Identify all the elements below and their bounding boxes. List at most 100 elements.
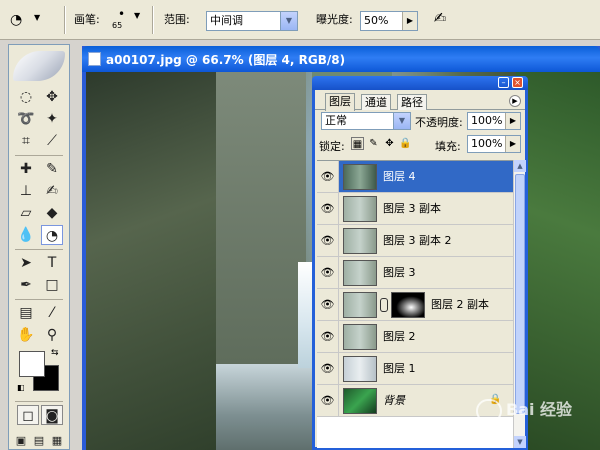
eraser-tool-icon[interactable]: ▱	[15, 203, 37, 223]
quickmask-mode-icon[interactable]: ◙	[41, 405, 63, 425]
brush-picker[interactable]: • 65 ▼	[108, 6, 142, 34]
chevron-down-icon[interactable]: ▼	[280, 12, 297, 30]
chevron-right-icon[interactable]: ▶	[505, 136, 520, 152]
blur-tool-icon[interactable]: 💧	[15, 225, 37, 245]
layer-row[interactable]: 👁 图层 3	[317, 257, 513, 289]
layer-name: 图层 3	[383, 266, 416, 279]
default-colors-icon[interactable]: ◧	[17, 383, 25, 392]
layers-panel-titlebar[interactable]: – ×	[312, 76, 528, 90]
tab-paths[interactable]: 路径	[397, 94, 427, 110]
lasso-tool-icon[interactable]: ➰	[15, 109, 37, 129]
lock-pixels-icon[interactable]: ✎	[367, 137, 380, 150]
watermark: Bai 经验	[476, 396, 596, 424]
notes-tool-icon[interactable]: ▤	[15, 303, 37, 323]
layer-row[interactable]: 👁 图层 2 副本	[317, 289, 513, 321]
type-tool-icon[interactable]: T	[41, 253, 63, 273]
path-select-icon[interactable]: ➤	[15, 253, 37, 273]
separator	[64, 6, 66, 34]
airbrush-icon: ✍	[433, 9, 447, 27]
blend-mode-select[interactable]: 正常 ▼	[321, 112, 411, 130]
tool-preset-picker[interactable]: ◔ ▼	[8, 8, 48, 32]
layer-thumbnail	[343, 356, 377, 382]
exposure-input[interactable]: 50% ▶	[360, 11, 418, 31]
swap-colors-icon[interactable]: ⇆	[51, 348, 59, 358]
layers-panel: – × 图层 通道 路径 ▶ 正常 ▼ 不透明度: 100% ▶ 锁定: ▦ ✎…	[312, 76, 528, 450]
history-brush-icon[interactable]: ✍	[41, 181, 63, 201]
panel-menu-icon[interactable]: ▶	[509, 95, 521, 107]
opacity-input[interactable]: 100% ▶	[467, 112, 521, 130]
minimize-icon[interactable]: –	[498, 77, 509, 88]
layer-name: 图层 1	[383, 362, 416, 375]
eye-icon[interactable]: 👁	[317, 257, 339, 288]
crop-tool-icon[interactable]: ⌗	[15, 131, 37, 151]
healing-brush-icon[interactable]: ✚	[15, 159, 37, 179]
eyedropper-icon[interactable]: ⁄	[41, 303, 63, 323]
screen-mode-standard-icon[interactable]: ▣	[13, 431, 29, 450]
eye-icon[interactable]: 👁	[317, 289, 339, 320]
eye-icon[interactable]: 👁	[317, 353, 339, 384]
lock-position-icon[interactable]: ✥	[383, 137, 396, 150]
chevron-right-icon[interactable]: ▶	[505, 113, 520, 129]
feather-logo-icon	[13, 51, 65, 81]
eye-icon[interactable]: 👁	[317, 225, 339, 256]
shape-tool-icon[interactable]: □	[41, 275, 63, 295]
paw-logo-icon	[476, 398, 502, 423]
hand-tool-icon[interactable]: ✋	[15, 325, 37, 345]
chevron-right-icon[interactable]: ▶	[402, 12, 417, 30]
fill-label: 填充:	[435, 140, 461, 153]
link-chain-icon[interactable]	[380, 298, 388, 312]
fill-input[interactable]: 100% ▶	[467, 135, 521, 153]
foreground-color-swatch-top[interactable]	[19, 351, 45, 377]
range-select[interactable]: 中间调 ▼	[206, 11, 298, 31]
layer-thumbnail	[343, 260, 377, 286]
slice-tool-icon[interactable]: ⟋	[41, 131, 63, 151]
lock-row: 锁定: ▦ ✎ ✥ 🔒 填充: 100% ▶	[315, 134, 525, 156]
close-icon[interactable]: ×	[512, 77, 523, 88]
scrollbar-thumb[interactable]	[515, 174, 525, 414]
opacity-label: 不透明度:	[415, 116, 463, 129]
chevron-down-icon[interactable]: ▼	[393, 113, 410, 129]
tab-channels[interactable]: 通道	[361, 94, 391, 110]
layer-row[interactable]: 👁 图层 3 副本 2	[317, 225, 513, 257]
airbrush-button[interactable]: ✍	[428, 8, 452, 32]
tab-layers[interactable]: 图层	[325, 93, 355, 111]
separator	[152, 6, 154, 34]
separator	[15, 299, 63, 300]
paint-bucket-icon[interactable]: ◆	[41, 203, 63, 223]
layer-thumbnail	[343, 292, 377, 318]
screen-mode-full-menu-icon[interactable]: ▤	[31, 431, 47, 450]
layer-name: 图层 3 副本 2	[383, 234, 452, 247]
screen-mode-full-icon[interactable]: ▦	[49, 431, 65, 450]
stamp-tool-icon[interactable]: ⊥	[15, 181, 37, 201]
layer-mask-thumbnail[interactable]	[391, 292, 425, 318]
separator	[15, 401, 63, 402]
layer-name: 图层 4	[383, 170, 416, 183]
layer-row[interactable]: 👁 图层 1	[317, 353, 513, 385]
pen-tool-icon[interactable]: ✒	[15, 275, 37, 295]
layer-row[interactable]: 👁 图层 3 副本	[317, 193, 513, 225]
eye-icon[interactable]: 👁	[317, 321, 339, 352]
dodge-tool-icon[interactable]: ◔	[41, 225, 63, 245]
eye-icon[interactable]: 👁	[317, 193, 339, 224]
exposure-label: 曝光度:	[316, 13, 353, 26]
document-icon	[88, 52, 101, 66]
zoom-tool-icon[interactable]: ⚲	[41, 325, 63, 345]
standard-mode-icon[interactable]: ◻	[17, 405, 39, 425]
eye-icon[interactable]: 👁	[317, 161, 339, 192]
marquee-tool-icon[interactable]: ◌	[15, 87, 37, 107]
move-tool-icon[interactable]: ✥	[41, 87, 63, 107]
layer-row[interactable]: 👁 图层 4	[317, 161, 513, 193]
eye-icon[interactable]: 👁	[317, 385, 339, 416]
layer-row[interactable]: 👁 图层 2	[317, 321, 513, 353]
image-window-titlebar[interactable]: a00107.jpg @ 66.7% (图层 4, RGB/8)	[82, 46, 600, 72]
lock-transparency-icon[interactable]: ▦	[351, 137, 364, 150]
scroll-up-icon[interactable]: ▲	[514, 160, 526, 172]
magic-wand-icon[interactable]: ✦	[41, 109, 63, 129]
layer-name: 图层 2 副本	[431, 298, 489, 311]
layer-name: 背景	[383, 394, 405, 407]
scroll-down-icon[interactable]: ▼	[514, 436, 526, 448]
left-cliff	[86, 72, 236, 450]
brush-tool-icon[interactable]: ✎	[41, 159, 63, 179]
chevron-down-icon: ▼	[134, 11, 141, 20]
lock-all-icon[interactable]: 🔒	[399, 137, 412, 150]
